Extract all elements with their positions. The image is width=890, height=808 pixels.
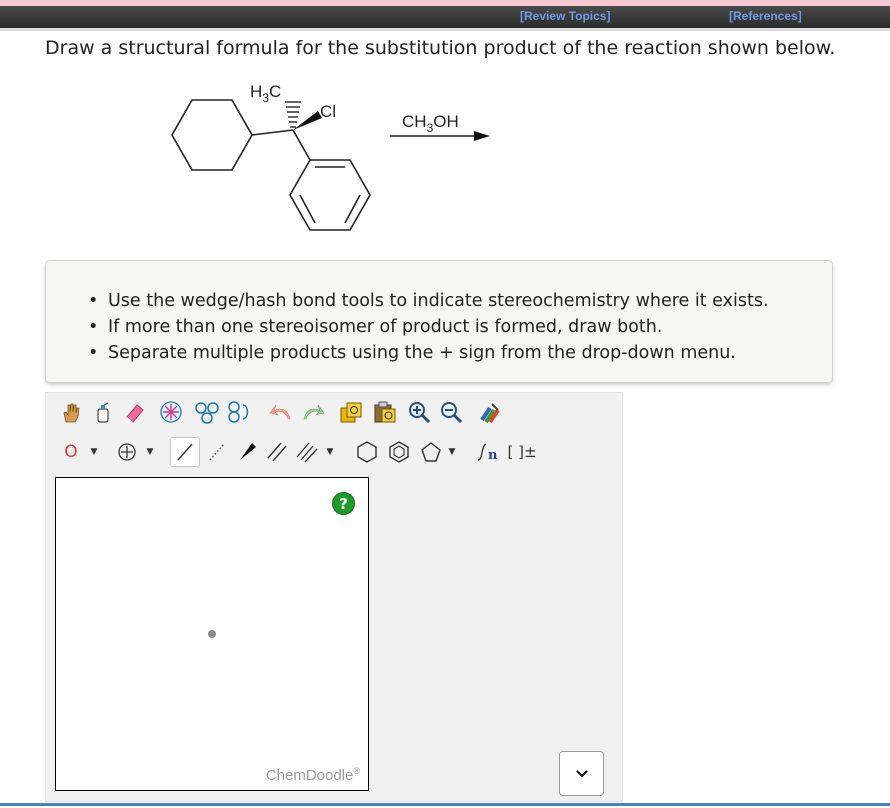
flip-vertical-icon[interactable] — [224, 397, 254, 427]
chemdoodle-sketcher: O ▼ ▼ ▼ ▼ n [ ]± ? ChemDoodle® — [45, 392, 623, 802]
element-icon[interactable]: O — [56, 437, 86, 467]
bottom-accent-line — [0, 803, 890, 806]
paste-icon[interactable] — [370, 397, 400, 427]
divider — [0, 28, 890, 31]
double-bond-icon[interactable] — [262, 437, 292, 467]
answer-select[interactable] — [559, 751, 604, 796]
top-nav-bar: [Review Topics] [References] — [0, 6, 890, 29]
chemdoodle-brand: ChemDoodle® — [265, 766, 360, 784]
bracket-label: [ ]± — [507, 443, 537, 461]
instructions-list: Use the wedge/hash bond tools to indicat… — [88, 288, 769, 366]
question-text: Draw a structural formula for the substi… — [45, 37, 836, 59]
reagent-label: CH3OH — [402, 112, 459, 135]
benzene-ring — [289, 159, 371, 231]
instruction-item: Use the wedge/hash bond tools to indicat… — [88, 288, 769, 314]
review-topics-link[interactable]: [Review Topics] — [520, 9, 610, 23]
hash-bond-icon[interactable] — [202, 437, 232, 467]
methyl-label: H3C — [250, 82, 281, 105]
single-bond-icon[interactable] — [170, 437, 200, 467]
chevron-down-icon[interactable]: ▼ — [324, 437, 336, 467]
drawing-canvas[interactable]: ? ChemDoodle® — [55, 477, 369, 791]
bond-ring-to-center — [251, 129, 294, 136]
template-icon[interactable] — [336, 397, 366, 427]
wedge-bond-icon[interactable] — [232, 437, 262, 467]
instruction-item: If more than one stereoisomer of product… — [88, 314, 769, 340]
canvas-dot — [208, 630, 216, 638]
flip-horizontal-icon[interactable] — [192, 397, 222, 427]
chevron-down-icon[interactable]: ▼ — [446, 437, 458, 467]
zoom-in-icon[interactable] — [404, 397, 434, 427]
element-label: O — [64, 442, 78, 462]
hexagon-ring-icon[interactable] — [352, 437, 382, 467]
charge-icon[interactable] — [112, 437, 142, 467]
references-link[interactable]: [References] — [729, 9, 802, 23]
triple-bond-icon[interactable] — [292, 437, 322, 467]
instruction-item: Separate multiple products using the + s… — [88, 340, 769, 366]
undo-icon[interactable] — [266, 397, 296, 427]
benzene-ring-icon[interactable] — [384, 437, 414, 467]
chevron-down-icon — [575, 769, 588, 777]
chain-icon[interactable]: n — [473, 437, 503, 467]
help-button[interactable]: ? — [332, 492, 355, 515]
zoom-out-icon[interactable] — [436, 397, 466, 427]
eraser-icon[interactable] — [120, 397, 150, 427]
arrow-head-icon — [474, 131, 490, 141]
pentagon-ring-icon[interactable] — [416, 437, 446, 467]
clear-icon[interactable] — [88, 397, 118, 427]
bracket-icon[interactable]: [ ]± — [507, 437, 537, 467]
svg-text:n: n — [488, 448, 498, 463]
hash-bond — [285, 101, 301, 128]
wedge-bond — [293, 111, 322, 130]
chloro-label: Cl — [320, 102, 336, 121]
chevron-down-icon[interactable]: ▼ — [144, 437, 156, 467]
hand-icon[interactable] — [56, 397, 86, 427]
instructions-box: Use the wedge/hash bond tools to indicat… — [45, 260, 833, 383]
clean-icon[interactable] — [476, 397, 506, 427]
center-icon[interactable] — [156, 397, 186, 427]
reaction-scheme: H3C Cl CH3OH — [171, 82, 490, 231]
cyclohexane-ring — [171, 99, 253, 171]
chevron-down-icon[interactable]: ▼ — [88, 437, 100, 467]
redo-icon[interactable] — [298, 397, 328, 427]
bond-center-to-phenyl — [292, 129, 311, 161]
